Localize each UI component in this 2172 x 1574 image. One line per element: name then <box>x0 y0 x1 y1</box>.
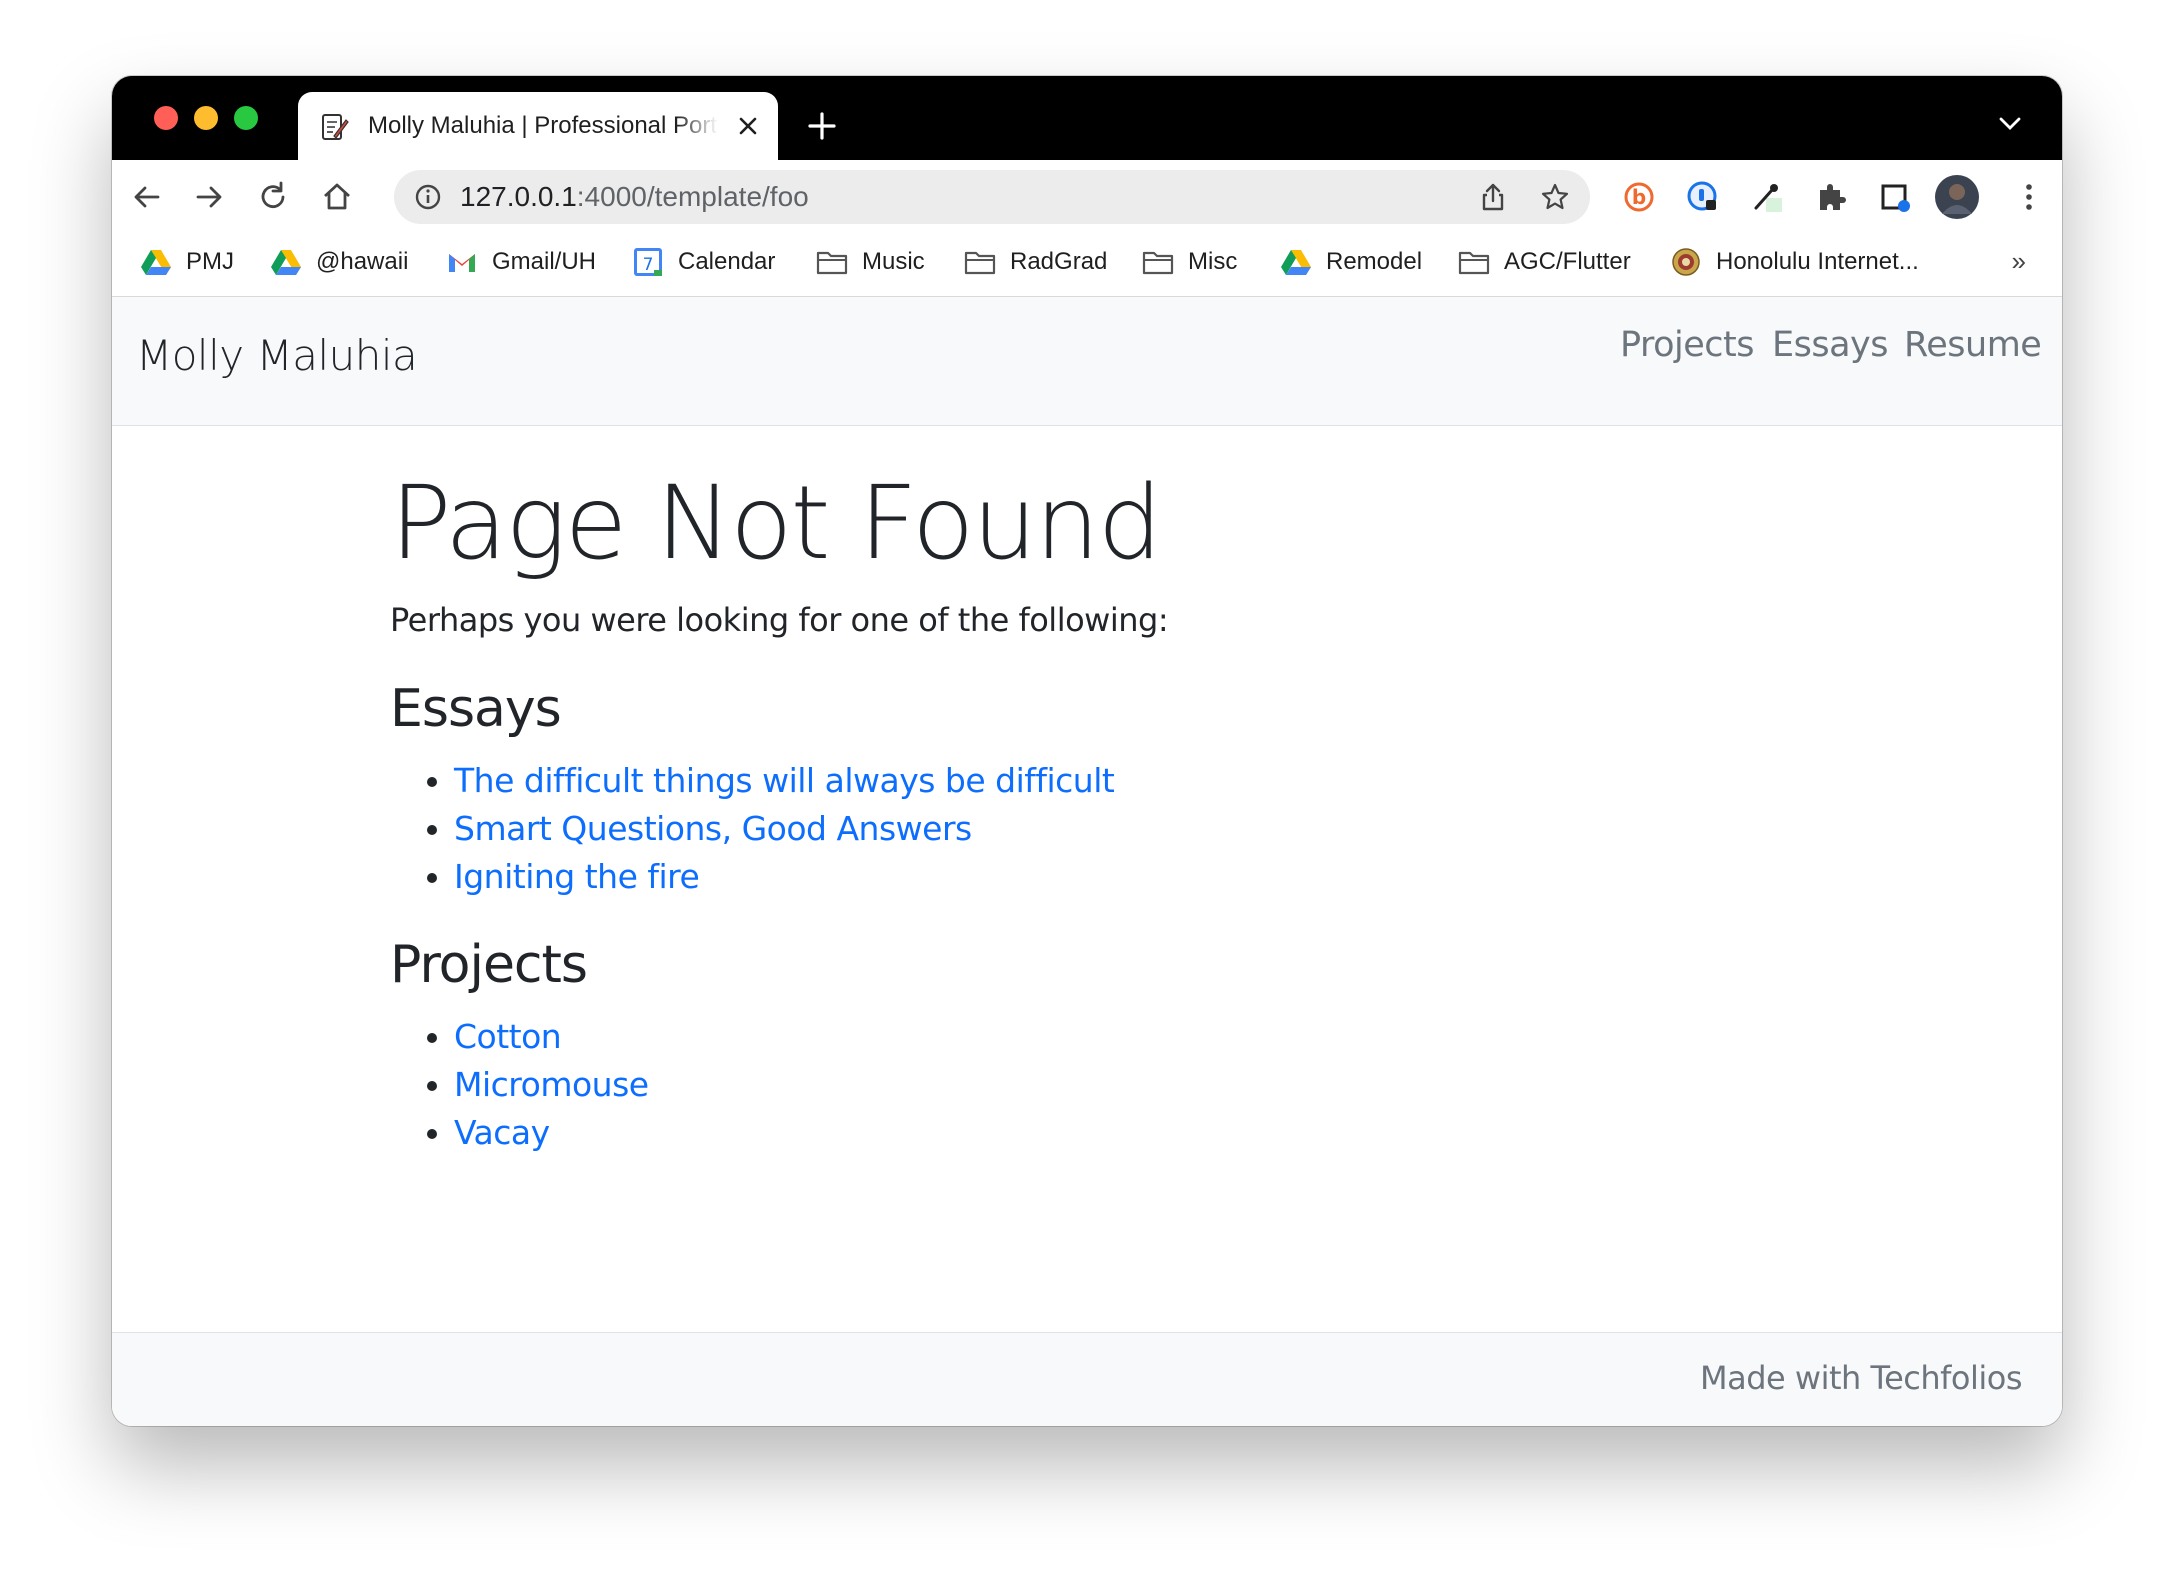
seal-icon <box>1672 248 1700 276</box>
puzzle-piece-icon[interactable] <box>1814 180 1848 214</box>
site-brand[interactable]: Molly Maluhia <box>136 331 418 380</box>
folder-icon <box>1458 251 1490 275</box>
bookmarks-bar: PMJ @hawaii Gmail/UH 7 Calendar Music Ra… <box>112 232 2062 297</box>
bookmarks-overflow-button[interactable]: » <box>2012 246 2026 277</box>
browser-window: Molly Maluhia | Professional Portfolio <box>112 76 2062 1426</box>
project-link[interactable]: Vacay <box>454 1113 550 1152</box>
bookmark-honolulu-internet[interactable]: Honolulu Internet... <box>1670 232 1919 292</box>
bookmark-agc-flutter[interactable]: AGC/Flutter <box>1458 232 1631 292</box>
url-text[interactable]: 127.0.0.1:4000/template/foo <box>460 170 809 224</box>
project-link[interactable]: Cotton <box>454 1017 562 1056</box>
lead-text: Perhaps you were looking for one of the … <box>390 601 1169 639</box>
essays-list: The difficult things will always be diff… <box>390 757 1690 901</box>
bookmark-music[interactable]: Music <box>816 232 925 292</box>
password-manager-icon[interactable] <box>1686 180 1720 214</box>
tab-title: Molly Maluhia | Professional Portfolio <box>368 112 718 139</box>
url-path: :4000/template/foo <box>576 181 809 212</box>
folder-icon <box>1142 251 1174 275</box>
folder-icon <box>964 251 996 275</box>
close-window-button[interactable] <box>154 106 178 130</box>
svg-text:b: b <box>1632 185 1646 209</box>
page-title: Page Not Found <box>390 464 1162 583</box>
avatar[interactable] <box>1934 174 1980 220</box>
list-item: Vacay <box>454 1109 1690 1157</box>
reading-list-icon[interactable] <box>1878 180 1912 214</box>
nav-link-essays[interactable]: Essays <box>1772 325 1888 365</box>
chevron-down-icon[interactable] <box>1998 116 2022 132</box>
back-arrow-icon[interactable] <box>130 180 164 214</box>
extension-orange-icon[interactable]: b <box>1622 180 1656 214</box>
zoom-window-button[interactable] <box>234 106 258 130</box>
site-footer: Made with Techfolios <box>112 1332 2062 1426</box>
essay-link[interactable]: The difficult things will always be diff… <box>454 761 1115 800</box>
bookmark-pmj[interactable]: PMJ <box>140 232 234 292</box>
bookmark-remodel[interactable]: Remodel <box>1280 232 1422 292</box>
projects-list: Cotton Micromouse Vacay <box>390 1013 1690 1157</box>
tab-strip: Molly Maluhia | Professional Portfolio <box>112 76 2062 160</box>
more-vertical-icon[interactable] <box>2012 180 2046 214</box>
list-item: Cotton <box>454 1013 1690 1061</box>
list-item: The difficult things will always be diff… <box>454 757 1690 805</box>
list-item: Smart Questions, Good Answers <box>454 805 1690 853</box>
eyedropper-icon[interactable] <box>1750 180 1784 214</box>
svg-text:7: 7 <box>643 255 654 275</box>
nav-link-resume[interactable]: Resume <box>1904 325 2042 365</box>
list-item: Micromouse <box>454 1061 1690 1109</box>
info-icon[interactable] <box>414 183 442 211</box>
url-host: 127.0.0.1 <box>460 181 577 212</box>
gmail-icon <box>449 254 475 272</box>
google-drive-icon <box>141 250 171 275</box>
address-bar[interactable]: 127.0.0.1:4000/template/foo <box>394 170 1590 224</box>
browser-toolbar: 127.0.0.1:4000/template/foo b <box>112 160 2062 232</box>
forward-arrow-icon[interactable] <box>192 180 226 214</box>
web-page: Molly Maluhia Projects Essays Resume Pag… <box>112 297 2062 1426</box>
bookmark-misc[interactable]: Misc <box>1142 232 1237 292</box>
bookmark-hawaii[interactable]: @hawaii <box>270 232 408 292</box>
project-link[interactable]: Micromouse <box>454 1065 649 1104</box>
google-drive-icon <box>1281 250 1311 275</box>
google-calendar-icon: 7 <box>634 248 662 276</box>
close-icon[interactable] <box>736 114 760 138</box>
essay-link[interactable]: Smart Questions, Good Answers <box>454 809 972 848</box>
essay-link[interactable]: Igniting the fire <box>454 857 700 896</box>
new-tab-icon[interactable] <box>806 110 838 142</box>
share-icon[interactable] <box>1478 182 1508 212</box>
projects-heading: Projects <box>390 935 588 995</box>
bookmark-gmail-uh[interactable]: Gmail/UH <box>446 232 596 292</box>
folder-icon <box>816 251 848 275</box>
minimize-window-button[interactable] <box>194 106 218 130</box>
nav-link-projects[interactable]: Projects <box>1620 325 1754 365</box>
bookmark-star-icon[interactable] <box>1540 182 1570 212</box>
site-navbar: Molly Maluhia Projects Essays Resume <box>112 297 2062 426</box>
essays-heading: Essays <box>390 679 562 739</box>
reload-icon[interactable] <box>256 180 290 214</box>
home-icon[interactable] <box>320 180 354 214</box>
google-drive-icon <box>271 250 301 275</box>
active-tab[interactable]: Molly Maluhia | Professional Portfolio <box>298 92 778 160</box>
document-pencil-icon <box>322 114 349 140</box>
list-item: Igniting the fire <box>454 853 1690 901</box>
bookmark-calendar[interactable]: 7 Calendar <box>632 232 775 292</box>
footer-text: Made with Techfolios <box>1700 1359 2023 1397</box>
main-content: Page Not Found Perhaps you were looking … <box>390 465 1690 1157</box>
bookmark-radgrad[interactable]: RadGrad <box>964 232 1107 292</box>
